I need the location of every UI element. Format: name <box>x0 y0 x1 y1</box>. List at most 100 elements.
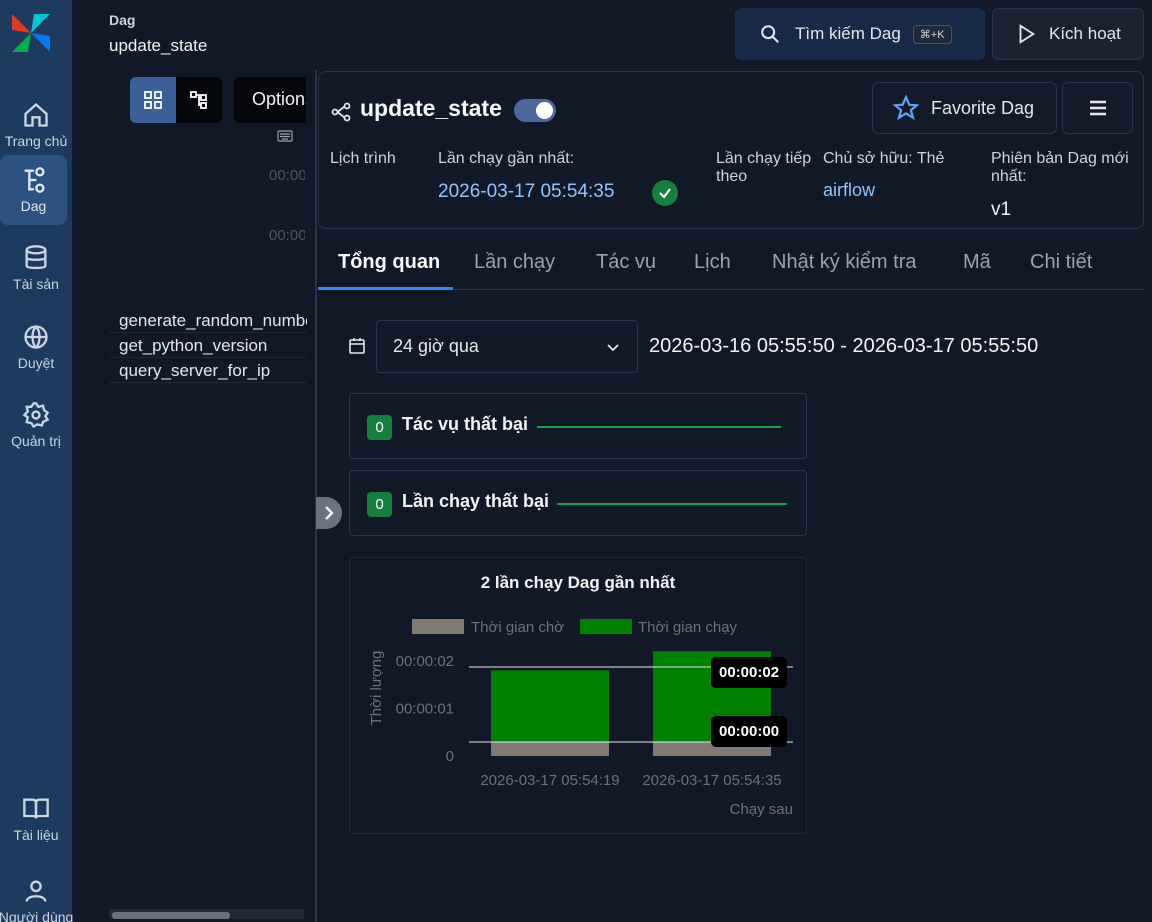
legend-swatch-queued[interactable] <box>412 619 464 634</box>
star-icon <box>893 95 919 121</box>
sidebar-item-dag[interactable]: Dag <box>0 155 67 225</box>
bar-segment <box>491 741 609 756</box>
grid-icon <box>144 91 162 109</box>
tab-tasks[interactable]: Tác vụ <box>596 246 656 290</box>
globe-icon <box>24 325 48 350</box>
y-tick-label: 00:00:01 <box>396 700 454 717</box>
y-axis-label: Thời lượng <box>368 651 385 726</box>
failed-runs-card[interactable]: 0 Lần chạy thất bại <box>349 470 807 536</box>
legend-label-queued[interactable]: Thời gian chờ <box>471 619 564 636</box>
collapse-panel-button[interactable] <box>316 497 342 529</box>
breadcrumb-section[interactable]: Dag <box>109 12 135 28</box>
version-value: v1 <box>991 199 1012 220</box>
menu-icon <box>1089 100 1106 116</box>
sidebar-item-label: Quản trị <box>11 433 61 449</box>
version-label: Phiên bản Dag mới nhất: <box>991 150 1129 185</box>
view-toggle <box>130 77 222 123</box>
keyboard-icon[interactable] <box>277 129 293 143</box>
trigger-label: Kích hoạt <box>1049 24 1121 43</box>
time-range-select[interactable]: 24 giờ qua <box>376 320 638 373</box>
sidebar-item-home[interactable]: Trang chủ <box>0 90 72 160</box>
task-item[interactable]: query_server_for_ip <box>109 358 307 383</box>
time-tick: 00:00 <box>269 167 305 184</box>
search-shortcut-badge: ⌘+K <box>912 24 952 44</box>
next-run-label: Lần chạy tiếp theo <box>716 150 812 185</box>
tab-runs[interactable]: Lần chạy <box>474 246 555 290</box>
sidebar-item-label: Dag <box>20 198 47 214</box>
options-button[interactable]: Options <box>234 77 306 123</box>
scrollbar-thumb[interactable] <box>112 912 230 919</box>
tab-audit-log[interactable]: Nhật ký kiểm tra <box>772 246 916 290</box>
failed-runs-count: 0 <box>367 492 392 517</box>
sidebar-item-user[interactable]: Người dùng <box>0 866 74 922</box>
bar-segment <box>491 670 609 742</box>
failed-tasks-sparkline <box>537 426 781 428</box>
failed-tasks-count: 0 <box>367 415 392 440</box>
failed-tasks-label: Tác vụ thất bại <box>402 414 529 434</box>
tab-calendar[interactable]: Lịch <box>694 246 731 290</box>
owner-label: Chủ sở hữu: Thẻ <box>823 150 945 167</box>
chevron-down-icon <box>607 344 619 352</box>
sidebar-item-assets[interactable]: Tài sản <box>0 233 72 303</box>
last-run-label: Lần chạy gần nhất: <box>438 150 575 167</box>
sidebar-item-browse[interactable]: Duyệt <box>0 312 72 382</box>
check-icon <box>659 188 671 199</box>
more-menu-button[interactable] <box>1062 82 1133 134</box>
user-icon <box>25 880 47 902</box>
legend-swatch-running[interactable] <box>580 619 632 634</box>
tab-details[interactable]: Chi tiết <box>1030 246 1092 290</box>
database-icon <box>25 245 47 270</box>
success-badge <box>652 180 678 206</box>
tab-overview[interactable]: Tổng quan <box>318 246 453 290</box>
favorite-dag-button[interactable]: Favorite Dag <box>872 82 1057 134</box>
graph-view-button[interactable] <box>176 77 222 123</box>
sidebar-item-label: Tài liệu <box>13 827 59 843</box>
favorite-label: Favorite Dag <box>931 97 1035 118</box>
chart-tooltip: 00:00:02 <box>711 657 788 688</box>
sidebar-item-label: Tài sản <box>13 276 59 292</box>
play-icon <box>1019 24 1036 44</box>
schedule-label: Lịch trình <box>330 150 396 167</box>
dag-title: update_state <box>360 95 502 121</box>
pause-toggle[interactable] <box>514 99 556 122</box>
recent-runs-chart: 2 lần chạy Dag gần nhất Thời gian chờ Th… <box>368 573 793 818</box>
time-tick: 00:00 <box>269 227 305 244</box>
dag-icon <box>331 102 351 122</box>
panel-divider[interactable] <box>315 70 317 922</box>
home-icon <box>24 102 48 127</box>
x-axis-label: Chạy sau <box>730 801 793 818</box>
task-item[interactable]: get_python_version <box>109 333 307 358</box>
breadcrumb-current: update_state <box>109 36 208 55</box>
last-run-link[interactable]: 2026-03-17 05:54:35 <box>438 181 614 203</box>
search-dag-button[interactable]: Tìm kiếm Dag ⌘+K <box>735 8 985 60</box>
y-tick-label: 0 <box>446 748 454 765</box>
failed-runs-label: Lần chạy thất bại <box>402 491 550 511</box>
task-list: generate_random_number get_python_versio… <box>109 308 307 383</box>
time-range-value: 24 giờ qua <box>393 336 479 356</box>
x-tick-label: 2026-03-17 05:54:19 <box>480 772 619 789</box>
tab-code[interactable]: Mã <box>963 246 991 290</box>
sidebar-item-docs[interactable]: Tài liệu <box>0 784 72 854</box>
toggle-knob <box>536 102 553 119</box>
graph-icon <box>190 91 207 109</box>
legend-label-running[interactable]: Thời gian chạy <box>638 619 738 636</box>
trigger-button[interactable]: Kích hoạt <box>992 8 1144 60</box>
dag-icon <box>24 167 44 193</box>
search-label: Tìm kiếm Dag <box>795 24 901 43</box>
gear-icon <box>22 402 50 429</box>
sidebar-item-label: Duyệt <box>17 355 55 371</box>
airflow-logo[interactable] <box>8 10 54 56</box>
sidebar-item-admin[interactable]: Quản trị <box>0 390 72 460</box>
book-icon <box>23 798 49 819</box>
sidebar-item-label: Người dùng <box>0 909 74 922</box>
chart-tooltip: 00:00:00 <box>711 716 788 747</box>
sidebar-item-label: Trang chủ <box>4 133 68 149</box>
failed-tasks-card[interactable]: 0 Tác vụ thất bại <box>349 393 807 459</box>
grid-view-button[interactable] <box>130 77 176 123</box>
owner-link[interactable]: airflow <box>823 180 875 201</box>
failed-runs-sparkline <box>557 503 787 505</box>
task-item[interactable]: generate_random_number <box>109 308 307 333</box>
chart-title: 2 lần chạy Dag gần nhất <box>481 573 676 592</box>
x-tick-label: 2026-03-17 05:54:35 <box>642 772 781 789</box>
y-tick-label: 00:00:02 <box>396 653 454 670</box>
